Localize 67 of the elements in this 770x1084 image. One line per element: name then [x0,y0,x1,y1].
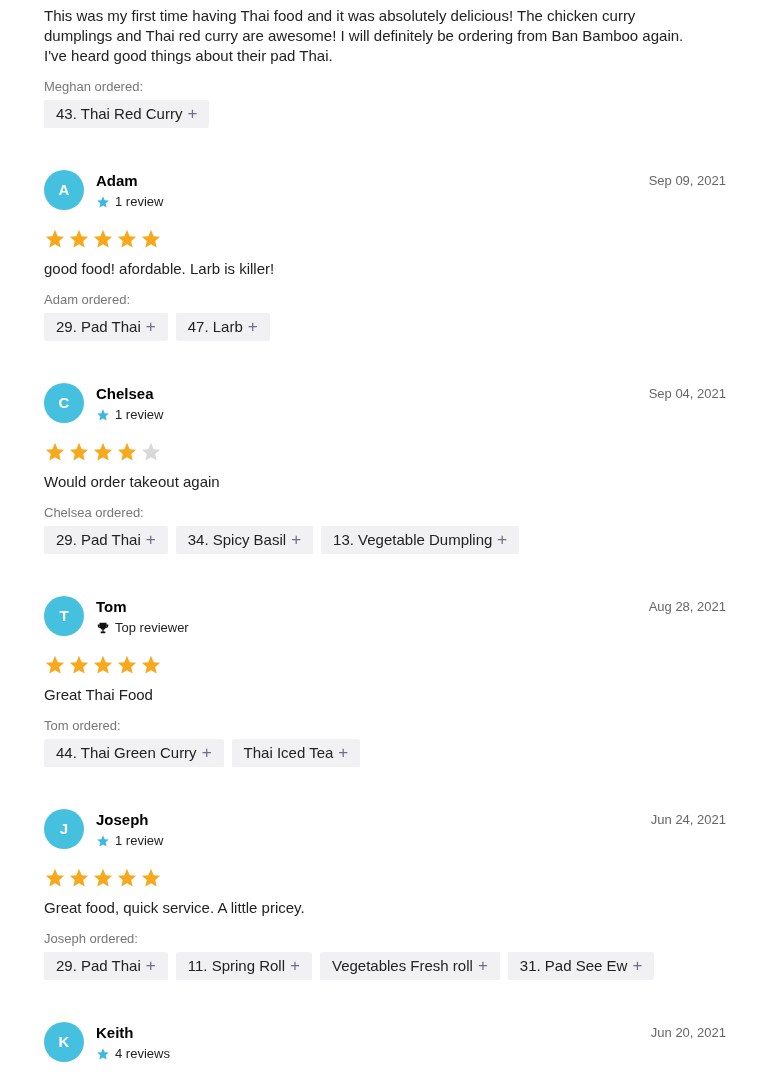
menu-item-chip[interactable]: 29. Pad Thai + [44,526,168,554]
menu-item-chip[interactable]: 29. Pad Thai + [44,313,168,341]
star-icon [140,228,162,250]
star-icon [96,408,110,422]
review-text: good food! afordable. Larb is killer! [44,259,276,279]
reviewer-name: Adam [96,171,139,191]
review-date: Jun 24, 2021 [650,811,726,829]
review-text: Great Thai Food [44,685,154,705]
star-icon [92,867,114,889]
ordered-label: Joseph ordered: [44,931,139,947]
menu-item-chip[interactable]: 34. Spicy Basil + [175,526,314,554]
avatar: K [44,1022,84,1062]
menu-item-chip[interactable]: Thai Iced Tea + [231,739,361,767]
star-icon [44,228,66,250]
avatar: A [44,170,84,210]
ordered-label: Adam ordered: [44,292,131,308]
star-icon [44,441,66,463]
star-icon [92,654,114,676]
star-icon [96,834,110,848]
reviewer-badge-text: 1 review [115,193,164,212]
star-icon [92,228,114,250]
star-icon [68,654,90,676]
ordered-label: Tom ordered: [44,718,122,734]
star-icon [140,654,162,676]
star-icon [68,867,90,889]
menu-item-chip[interactable]: 44. Thai Green Curry + [44,739,224,767]
reviewer-badge-text: 4 reviews [115,1045,170,1064]
review-date: Aug 28, 2021 [648,598,726,616]
reviewer-badge-text: Top reviewer [115,619,189,638]
star-icon [44,867,66,889]
star-icon [96,1047,110,1061]
star-icon [116,441,138,463]
star-icon [116,867,138,889]
menu-item-chip[interactable]: 47. Larb + [175,313,270,341]
review-text: Great food, quick service. A little pricey. [44,898,306,918]
menu-item-chip[interactable]: 11. Spring Roll + [175,952,312,980]
reviewer-badge-text: 1 review [115,832,164,851]
trophy-icon [96,621,110,635]
reviewer-name: Chelsea [96,384,155,404]
avatar: C [44,383,84,423]
star-icon [68,441,90,463]
star-icon [140,867,162,889]
reviewer-name: Joseph [96,810,150,830]
menu-item-chip[interactable]: 29. Pad Thai + [44,952,168,980]
review-date: Sep 09, 2021 [648,172,726,190]
ordered-label: Meghan ordered: [44,79,144,95]
reviewer-name: Tom [96,597,128,617]
avatar: J [44,809,84,849]
star-icon [68,228,90,250]
menu-item-chip[interactable]: 31. Pad See Ew + [507,952,655,980]
menu-item-chip[interactable]: Vegetables Fresh roll + [319,952,500,980]
review-text: Would order takeout again [44,472,221,492]
menu-item-chip[interactable]: 13. Vegetable Dumpling + [321,526,520,554]
reviewer-badge-text: 1 review [115,406,164,425]
avatar: T [44,596,84,636]
star-icon [92,441,114,463]
review-date: Jun 20, 2021 [650,1024,726,1042]
star-icon [116,228,138,250]
reviewer-name: Keith [96,1023,135,1043]
menu-item-chip[interactable]: 43. Thai Red Curry + [44,100,210,128]
star-icon [44,654,66,676]
star-icon [116,654,138,676]
review-date: Sep 04, 2021 [648,385,726,403]
review-text: This was my first time having Thai food and it was absolutely delicious! The chicken curry dumplings and Thai red curry are awesome! I will definitely be ordering from Ban Bamboo again. I've heard good things about their pad Thai. [44,6,685,66]
star-icon [96,195,110,209]
star-icon [140,441,162,463]
ordered-label: Chelsea ordered: [44,505,145,521]
